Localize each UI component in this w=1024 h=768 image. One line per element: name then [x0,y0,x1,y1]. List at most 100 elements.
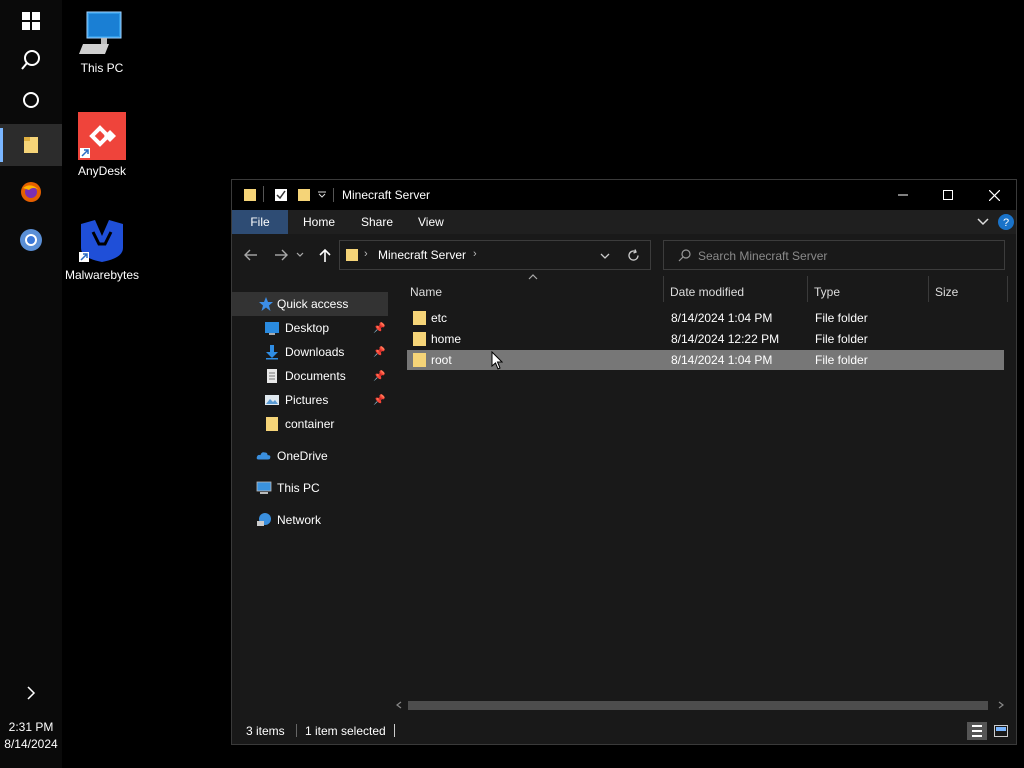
cortana-icon [23,92,39,108]
nav-item-network[interactable]: Network [232,508,388,532]
nav-item-desktop[interactable]: Desktop 📌 [232,316,388,340]
taskbar-expand-button[interactable] [0,672,62,714]
star-icon [259,297,273,311]
large-icons-view-button[interactable] [992,722,1010,740]
svg-text:?: ? [1003,217,1009,229]
windows-start-icon [22,12,40,30]
tab-share[interactable]: Share [347,210,407,234]
desktop-icon-label: Malwarebytes [64,268,140,282]
minimize-button[interactable] [880,180,926,210]
new-folder-icon[interactable] [297,188,311,202]
nav-item-documents[interactable]: Documents 📌 [232,364,388,388]
file-explorer-icon [24,137,38,153]
search-icon [678,249,691,262]
anydesk-icon [78,112,126,160]
tab-file[interactable]: File [232,210,288,234]
large-icons-view-icon [994,725,1008,737]
firefox-icon [21,182,41,202]
file-name: etc [431,311,448,325]
search-box[interactable] [663,240,1005,270]
column-header-date-modified[interactable]: Date modified [664,280,807,304]
column-header-size[interactable]: Size [929,280,1007,304]
this-pc-icon [256,481,272,494]
tab-view[interactable]: View [404,210,458,234]
address-bar[interactable]: › Minecraft Server › [339,240,651,270]
folder-icon [346,249,358,261]
details-view-button[interactable] [967,722,987,740]
selection-count: 1 item selected [305,724,386,738]
column-header-name[interactable]: Name [404,280,662,304]
scrollbar-thumb[interactable] [408,701,988,710]
pin-icon[interactable]: 📌 [373,347,385,358]
address-dropdown-icon[interactable] [600,253,610,260]
documents-icon [267,369,277,383]
help-icon[interactable]: ? [998,214,1014,230]
file-row-home[interactable]: home 8/14/2024 12:22 PM File folder [407,329,1004,349]
tab-home[interactable]: Home [289,210,349,234]
folder-icon [266,417,278,431]
folder-icon [244,189,256,201]
breadcrumb-minecraft-server[interactable]: Minecraft Server [378,248,466,262]
taskbar-file-explorer[interactable] [0,124,62,166]
nav-item-this-pc[interactable]: This PC [232,476,388,500]
chevron-right-icon [27,686,36,700]
desktop-icon-malwarebytes[interactable]: Malwarebytes [57,218,147,282]
start-button[interactable] [0,0,62,42]
nav-item-pictures[interactable]: Pictures 📌 [232,388,388,412]
recent-locations-button[interactable] [294,244,306,266]
folder-icon [413,353,426,367]
folder-icon [413,311,426,325]
refresh-icon[interactable] [627,249,640,262]
expand-ribbon-icon[interactable] [977,218,989,226]
file-name: home [431,332,462,346]
cortana-button[interactable] [0,79,62,121]
nav-item-onedrive[interactable]: OneDrive [232,444,388,468]
close-icon [988,189,1000,201]
title-bar[interactable]: Minecraft Server [232,180,1016,210]
navigation-pane: Quick access Desktop 📌 Downloads 📌 Docum… [232,288,388,718]
forward-button[interactable] [270,244,292,266]
taskbar-firefox[interactable] [0,171,62,213]
file-row-root[interactable]: root 8/14/2024 1:04 PM File folder [407,350,1004,370]
nav-item-downloads[interactable]: Downloads 📌 [232,340,388,364]
properties-icon[interactable] [274,188,288,202]
window-title: Minecraft Server [342,188,431,202]
up-button[interactable] [314,244,336,266]
pin-icon[interactable]: 📌 [373,323,385,334]
taskbar-search-button[interactable] [0,39,62,81]
nav-label: Pictures [285,393,329,407]
status-separator [394,724,395,737]
scroll-left-icon[interactable] [396,701,402,709]
nav-label: container [285,417,335,431]
nav-item-container[interactable]: container [232,412,388,436]
taskbar-chrome[interactable] [0,219,62,261]
scroll-right-icon[interactable] [998,701,1004,709]
desktop-icon [265,322,279,335]
pin-icon[interactable]: 📌 [373,395,385,406]
back-button[interactable] [240,244,262,266]
file-list: Name Date modified Type Size etc 8/14/20… [390,274,1016,718]
maximize-button[interactable] [925,180,971,210]
horizontal-scrollbar[interactable] [394,698,1010,712]
forward-arrow-icon [275,249,288,261]
minimize-icon [898,194,908,196]
file-type: File folder [815,332,868,346]
nav-item-quick-access[interactable]: Quick access [232,292,388,316]
maximize-icon [943,190,953,200]
malwarebytes-icon [79,220,123,262]
pin-icon[interactable]: 📌 [373,371,385,382]
close-button[interactable] [971,180,1017,210]
this-pc-icon [79,11,122,54]
downloads-icon [266,345,278,360]
title-separator [333,188,334,202]
desktop-icon-anydesk[interactable]: AnyDesk [57,112,147,178]
desktop-icon-this-pc[interactable]: This PC [57,10,147,75]
qat-dropdown-icon[interactable] [318,191,326,199]
search-input[interactable] [698,247,988,265]
column-header-type[interactable]: Type [808,280,928,304]
breadcrumb-separator-icon[interactable]: › [473,248,477,260]
taskbar-clock[interactable]: 2:31 PM 8/14/2024 [0,719,62,753]
file-row-etc[interactable]: etc 8/14/2024 1:04 PM File folder [407,308,1004,328]
column-divider[interactable] [1007,276,1008,302]
file-date: 8/14/2024 1:04 PM [671,353,773,367]
